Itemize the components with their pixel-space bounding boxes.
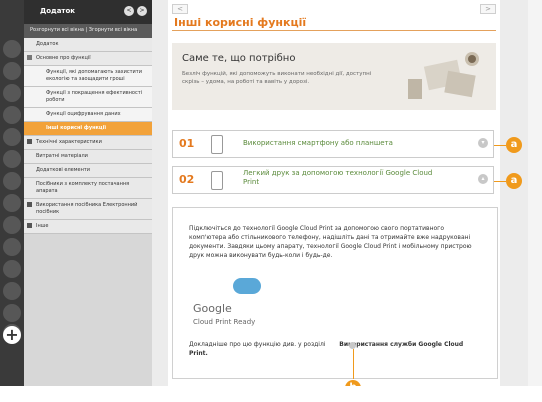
- page-title: Інші корисні функції: [174, 16, 307, 29]
- logo-caption: Cloud Print Ready: [193, 318, 256, 326]
- settings-icon[interactable]: [3, 282, 21, 300]
- collapse-icon[interactable]: [27, 55, 32, 60]
- callout-leader: [494, 181, 506, 182]
- banner-heading: Саме те, що потрібно: [182, 53, 296, 64]
- scrollbar[interactable]: [528, 0, 542, 386]
- sidebar-tree: Додаток Основне про функції Функції, які…: [24, 38, 152, 234]
- main-content: < > Інші корисні функції Саме те, що пот…: [152, 0, 528, 386]
- feature-link[interactable]: Використання смартфону або планшета: [243, 139, 393, 147]
- google-cloud-print-logo: Google Cloud Print Ready: [193, 278, 293, 334]
- desk-illustration: [408, 52, 479, 99]
- sidebar-item-manuals[interactable]: Посібники з комплекту постачання апарата: [24, 178, 152, 199]
- collapse-toggle-icon[interactable]: ▴: [478, 174, 488, 184]
- document-icon[interactable]: [3, 106, 21, 124]
- expand-icon[interactable]: [27, 202, 32, 207]
- expand-collapse-label[interactable]: Розгорнути всі вікна | Згорнути всі вікн…: [30, 27, 137, 33]
- sidebar-item-options[interactable]: Додаткові елементи: [24, 164, 152, 178]
- sidebar-title: Додаток: [40, 7, 76, 15]
- plus-icon[interactable]: +: [3, 326, 21, 344]
- sidebar-item-eco[interactable]: Функції, які допомагають захистити еколо…: [24, 66, 152, 87]
- intro-banner: Саме те, що потрібно Безліч функцій, які…: [172, 43, 496, 110]
- cloud-icon: [233, 278, 261, 294]
- prev-topic-button[interactable]: <: [172, 4, 188, 14]
- warning-icon[interactable]: [3, 40, 21, 58]
- next-page-button[interactable]: >: [137, 6, 147, 16]
- reference-prefix: Докладніше про цю функцію див. у розділі: [189, 341, 326, 348]
- sidebar-item-consumables[interactable]: Витратні матеріали: [24, 150, 152, 164]
- hand-icon[interactable]: [3, 62, 21, 80]
- sidebar: Додаток < > Розгорнути всі вікна | Згорн…: [24, 0, 152, 386]
- prev-page-button[interactable]: <: [124, 6, 134, 16]
- expand-collapse-bar[interactable]: Розгорнути всі вікна | Згорнути всі вікн…: [24, 24, 152, 38]
- cloud-print-detail: Підключіться до технології Google Cloud …: [172, 207, 498, 379]
- feature-row-cloud-print[interactable]: 02 Легкий друк за допомогою технології G…: [172, 166, 494, 194]
- smartphone-icon: [211, 135, 223, 154]
- sidebar-item-appendix[interactable]: Додаток: [24, 38, 152, 52]
- sidebar-item-other[interactable]: Інше: [24, 220, 152, 234]
- callout-leader: [353, 349, 354, 379]
- sidebar-item-specs[interactable]: Технічні характеристики: [24, 136, 152, 150]
- scan-icon[interactable]: [3, 216, 21, 234]
- feature-number: 02: [179, 173, 195, 186]
- bottom-margin: [0, 386, 542, 402]
- detail-text: Підключіться до технології Google Cloud …: [189, 225, 472, 259]
- feature-number: 01: [179, 137, 195, 150]
- security-icon[interactable]: [3, 260, 21, 278]
- copy-icon[interactable]: [3, 128, 21, 146]
- sidebar-item-efficiency[interactable]: Функції з покращення ефективності роботи: [24, 87, 152, 108]
- page-card: < > Інші корисні функції Саме те, що пот…: [168, 0, 500, 386]
- sidebar-item-using-manual[interactable]: Використання посібника Електронний посіб…: [24, 199, 152, 220]
- callout-badge: a: [506, 173, 522, 189]
- title-divider: [172, 30, 496, 31]
- icon-rail: +: [0, 0, 24, 386]
- logo-google-text: Google: [193, 302, 232, 315]
- network-icon[interactable]: [3, 194, 21, 212]
- reference-text: Докладніше про цю функцію див. у розділі…: [189, 340, 479, 358]
- callout-leader: [494, 145, 506, 146]
- expand-icon[interactable]: [27, 139, 32, 144]
- expand-icon[interactable]: [27, 223, 32, 228]
- banner-text: Безліч функцій, які допоможуть виконати …: [182, 71, 372, 85]
- print-icon[interactable]: [3, 172, 21, 190]
- feature-row-smartphone[interactable]: 01 Використання смартфону або планшета ▾: [172, 130, 494, 158]
- setup-icon[interactable]: [3, 84, 21, 102]
- sidebar-header: Додаток < >: [24, 0, 152, 24]
- callout-badge: a: [506, 137, 522, 153]
- monitor-icon[interactable]: [3, 238, 21, 256]
- sidebar-item-digitize[interactable]: Функції оцифрування даних: [24, 108, 152, 122]
- help-icon[interactable]: [3, 304, 21, 322]
- sidebar-item-basics[interactable]: Основне про функції: [24, 52, 152, 66]
- document-icon: [211, 171, 223, 190]
- fax-icon[interactable]: [3, 150, 21, 168]
- expand-toggle-icon[interactable]: ▾: [478, 138, 488, 148]
- feature-link[interactable]: Легкий друк за допомогою технології Goog…: [243, 169, 443, 187]
- link-icon[interactable]: [349, 342, 356, 349]
- sidebar-item-other-functions[interactable]: Інші корисні функції: [24, 122, 152, 136]
- next-topic-button[interactable]: >: [480, 4, 496, 14]
